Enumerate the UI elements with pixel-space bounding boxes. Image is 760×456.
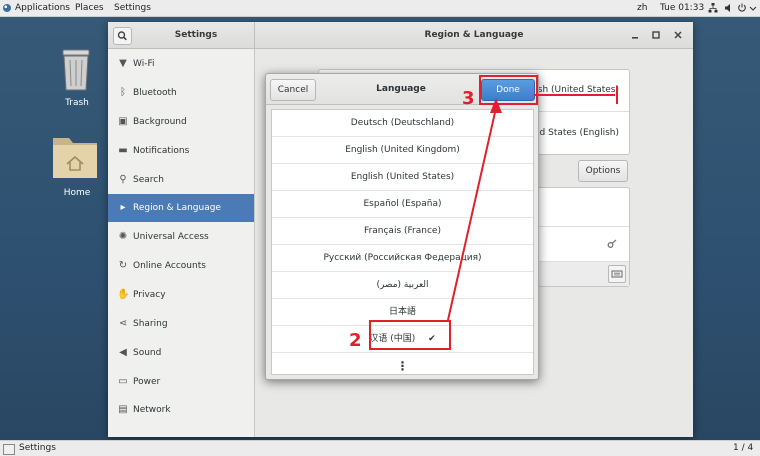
- window-list-icon: [3, 444, 15, 455]
- annotation-arrowhead: [490, 98, 502, 113]
- workspace-indicator[interactable]: 1 / 4: [733, 441, 753, 456]
- annotation-arrow-line: [447, 107, 497, 321]
- taskbar-window-settings[interactable]: Settings: [19, 441, 56, 456]
- bottom-taskbar: Settings 1 / 4: [0, 440, 760, 456]
- annotation-arrow: [447, 86, 618, 321]
